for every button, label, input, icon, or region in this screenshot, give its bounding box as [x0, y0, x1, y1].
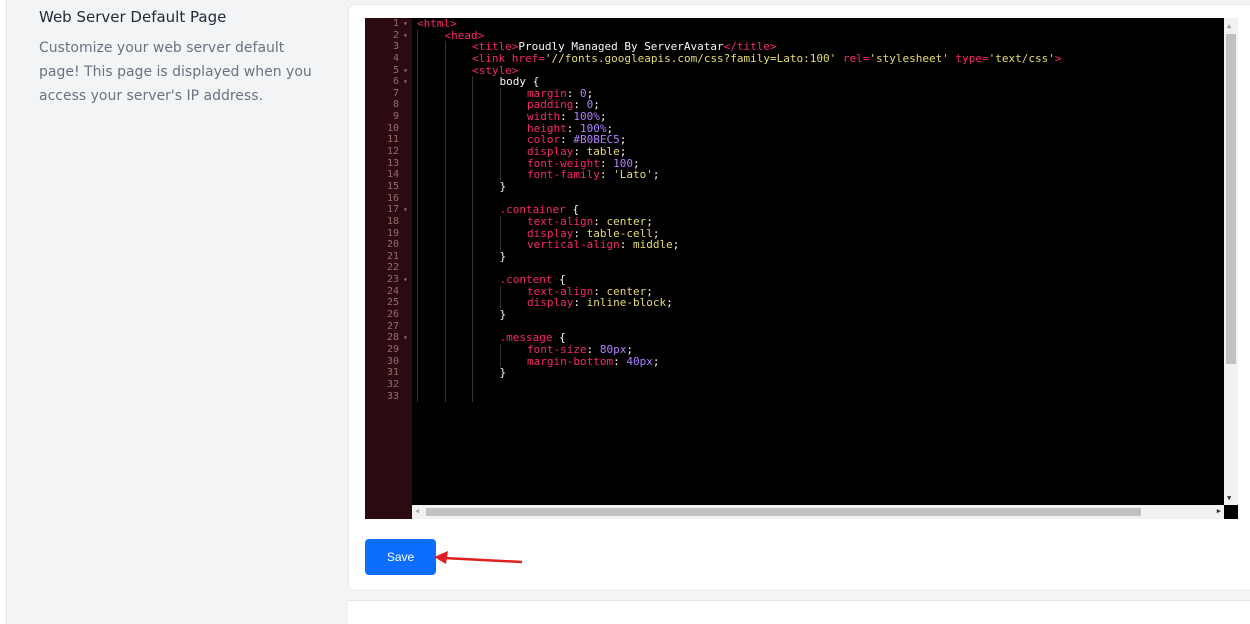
- line-number: 26: [386, 309, 399, 321]
- line-number: 19: [386, 227, 399, 239]
- fold-toggle-icon[interactable]: ▾: [403, 30, 408, 42]
- line-number: 14: [386, 169, 399, 181]
- line-number: 6 ▾: [392, 76, 408, 88]
- line-number: 17 ▾: [386, 204, 408, 216]
- line-number: 27: [386, 320, 399, 332]
- line-number: 15: [386, 180, 399, 192]
- code-line[interactable]: margin-bottom: 40px;: [417, 355, 1224, 368]
- line-number: 9: [392, 111, 399, 123]
- line-number: 4: [392, 52, 399, 64]
- line-number: 1 ▾: [392, 18, 408, 30]
- line-number: 32: [386, 378, 399, 390]
- scroll-up-icon[interactable]: ▲: [1227, 22, 1231, 30]
- fold-toggle-icon[interactable]: ▾: [403, 18, 408, 30]
- line-number: 18: [386, 215, 399, 227]
- line-number: 33: [386, 390, 399, 402]
- line-number: 10: [386, 122, 399, 134]
- section-description: Customize your web server default page! …: [39, 40, 312, 104]
- code-line[interactable]: font-family: 'Lato';: [417, 169, 1224, 181]
- line-number: 25: [386, 297, 399, 309]
- scroll-right-icon[interactable]: ▶: [1217, 507, 1221, 515]
- line-number: 16: [386, 192, 399, 204]
- line-number: 7: [392, 87, 399, 99]
- code-line[interactable]: }: [417, 250, 1224, 263]
- line-number: 29: [386, 343, 399, 355]
- annotation-arrow-icon: [434, 551, 523, 564]
- code-line[interactable]: vertical-align: middle;: [417, 239, 1224, 251]
- code-line[interactable]: <link href='//fonts.googleapis.com/css?f…: [417, 53, 1224, 65]
- vertical-scroll-thumb[interactable]: [1226, 34, 1236, 364]
- line-number: 8: [392, 99, 399, 111]
- line-number: 12: [386, 146, 399, 158]
- scrollbar-corner: [1224, 505, 1238, 519]
- line-number: 11: [386, 134, 399, 146]
- code-content[interactable]: <html> <head> <title>Proudly Managed By …: [417, 18, 1224, 403]
- code-editor[interactable]: 1 ▾ 2 ▾ 3 4 5 ▾ 6 ▾ 7 8 9 10 11 12 13 14 15 16 17 ▾ 18 19 20 21 22…: [365, 18, 1238, 519]
- line-number: 3: [392, 41, 399, 53]
- fold-toggle-icon[interactable]: ▾: [403, 332, 408, 344]
- fold-toggle-icon[interactable]: ▾: [403, 274, 408, 286]
- code-line[interactable]: }: [417, 309, 1224, 321]
- line-number: 31: [386, 367, 399, 379]
- horizontal-scrollbar[interactable]: ◀ ▶: [412, 505, 1224, 519]
- fold-toggle-icon[interactable]: ▾: [403, 65, 408, 77]
- line-number: 13: [386, 157, 399, 169]
- line-number: 22: [386, 262, 399, 274]
- code-line[interactable]: <html>: [417, 18, 1224, 30]
- line-number: 2 ▾: [392, 29, 408, 42]
- line-number: 23 ▾: [386, 274, 408, 286]
- section-title: Web Server Default Page: [39, 8, 227, 26]
- next-card: [348, 600, 1250, 624]
- code-line[interactable]: display: inline-block;: [417, 297, 1224, 310]
- line-number: 28 ▾: [386, 332, 408, 344]
- horizontal-scroll-thumb[interactable]: [426, 508, 1141, 516]
- line-number: 5 ▾: [392, 64, 408, 77]
- line-number-gutter: 1 ▾ 2 ▾ 3 4 5 ▾ 6 ▾ 7 8 9 10 11 12 13 14 15 16 17 ▾ 18 19 20 21 22…: [365, 18, 412, 519]
- code-line[interactable]: }: [417, 181, 1224, 193]
- line-number: 21: [386, 250, 399, 262]
- line-number: 20: [386, 239, 399, 251]
- code-line[interactable]: [417, 378, 1224, 391]
- scroll-left-icon[interactable]: ◀: [415, 507, 419, 515]
- save-button[interactable]: Save: [365, 539, 436, 575]
- line-number: 30: [386, 355, 399, 367]
- code-line[interactable]: }: [417, 367, 1224, 379]
- vertical-scrollbar[interactable]: ▲ ▼: [1224, 18, 1238, 505]
- fold-toggle-icon[interactable]: ▾: [403, 204, 408, 216]
- scroll-down-icon[interactable]: ▼: [1227, 494, 1231, 502]
- fold-toggle-icon[interactable]: ▾: [403, 76, 408, 88]
- code-line[interactable]: [417, 390, 1224, 403]
- line-number: 24: [386, 285, 399, 297]
